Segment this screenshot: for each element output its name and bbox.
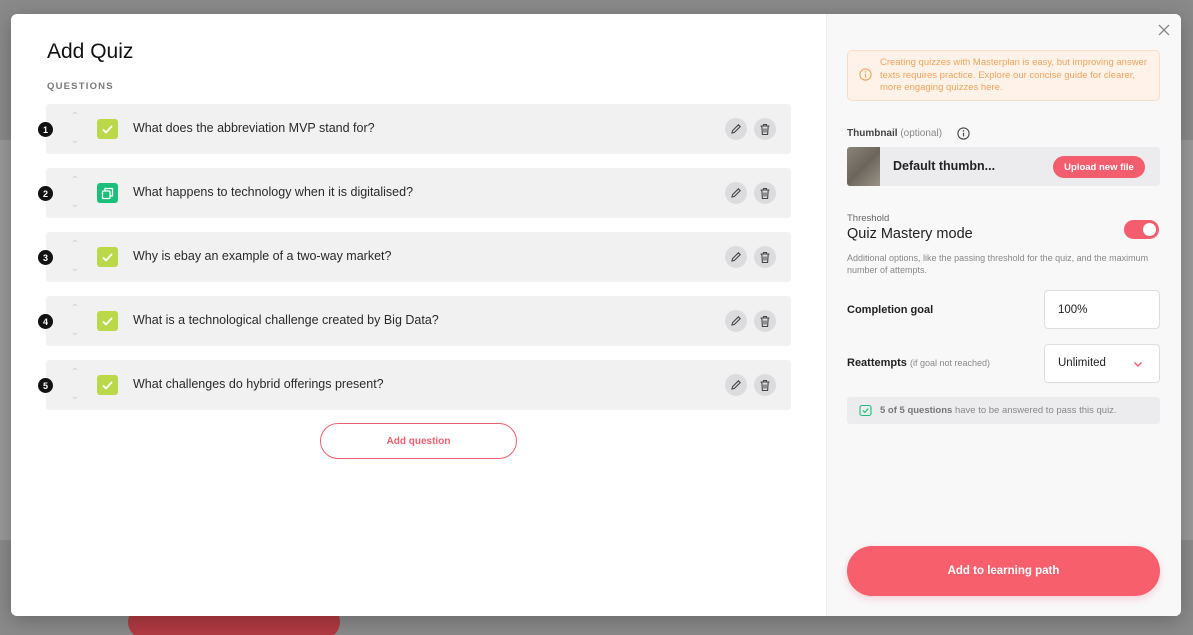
question-text: What does the abbreviation MVP stand for… [133,121,375,135]
info-text: Creating quizzes with Masterplan is easy… [880,57,1147,93]
pass-count: 5 of 5 questions [880,405,953,416]
thumbnail-field: Default thumbn... Upload new file [847,147,1160,186]
settings-pane: Creating quizzes with Masterplan is easy… [826,14,1181,616]
shield-check-icon [859,404,872,417]
check-icon [97,119,118,139]
question-row[interactable]: 1 ⌃ ⌄ What does the abbreviation MVP sta… [38,104,791,154]
pass-requirement-text: 5 of 5 questions have to be answered to … [880,405,1117,416]
reattempts-select[interactable]: Unlimited [1044,344,1160,383]
question-number: 3 [38,250,53,265]
reattempts-label-text: Reattempts [847,357,907,369]
reattempts-label: Reattempts (if goal not reached) [847,357,990,369]
edit-question-button[interactable] [725,246,747,268]
threshold-label: Threshold [847,213,890,224]
pencil-icon [731,124,741,134]
reattempts-value: Unlimited [1058,357,1106,369]
question-row[interactable]: 3 ⌃ ⌄ Why is ebay an example of a two-wa… [38,232,791,282]
help-icon[interactable] [957,127,970,140]
thumbnail-label: Thumbnail (optional) [847,128,942,139]
modal-title: Add Quiz [47,40,134,63]
questions-pane: Add Quiz QUESTIONS 1 ⌃ ⌄ What does the a… [11,14,826,616]
move-up-icon[interactable]: ⌃ [71,238,79,252]
completion-goal-label: Completion goal [847,304,934,316]
reorder-handle[interactable]: ⌃ ⌄ [68,174,82,212]
question-text: What challenges do hybrid offerings pres… [133,377,384,391]
move-up-icon[interactable]: ⌃ [71,366,79,380]
question-row[interactable]: 2 ⌃ ⌄ What happens to technology when it… [38,168,791,218]
upload-file-button[interactable]: Upload new file [1053,156,1145,178]
edit-question-button[interactable] [725,118,747,140]
move-down-icon[interactable]: ⌄ [71,134,79,148]
info-icon [859,68,872,81]
delete-question-button[interactable] [754,310,776,332]
trash-icon [760,251,770,263]
pencil-icon [731,316,741,326]
move-down-icon[interactable]: ⌄ [71,390,79,404]
move-down-icon[interactable]: ⌄ [71,262,79,276]
add-question-button[interactable]: Add question [320,423,517,459]
mastery-mode-description: Additional options, like the passing thr… [847,253,1149,275]
mastery-mode-title: Quiz Mastery mode [847,226,973,242]
delete-question-button[interactable] [754,182,776,204]
copy-icon [97,183,118,203]
close-icon[interactable] [1157,23,1171,37]
pencil-icon [731,188,741,198]
check-icon [97,247,118,267]
thumbnail-optional: (optional) [900,128,943,139]
move-up-icon[interactable]: ⌃ [71,110,79,124]
delete-question-button[interactable] [754,374,776,396]
move-up-icon[interactable]: ⌃ [71,302,79,316]
edit-question-button[interactable] [725,182,747,204]
question-text: Why is ebay an example of a two-way mark… [133,249,392,263]
move-up-icon[interactable]: ⌃ [71,174,79,188]
delete-question-button[interactable] [754,246,776,268]
reattempts-sublabel: (if goal not reached) [909,358,991,368]
toggle-knob [1143,223,1156,236]
trash-icon [760,315,770,327]
completion-goal-input[interactable] [1044,290,1160,329]
questions-section-label: QUESTIONS [47,81,114,92]
question-number: 5 [38,378,53,393]
trash-icon [760,379,770,391]
add-to-learning-path-button[interactable]: Add to learning path [847,546,1160,596]
question-row[interactable]: 4 ⌃ ⌄ What is a technological challenge … [38,296,791,346]
question-number: 1 [38,122,53,137]
add-quiz-modal: Add Quiz QUESTIONS 1 ⌃ ⌄ What does the a… [11,14,1181,616]
check-icon [97,375,118,395]
question-number: 2 [38,186,53,201]
info-banner[interactable]: Creating quizzes with Masterplan is easy… [847,50,1160,101]
reorder-handle[interactable]: ⌃ ⌄ [68,110,82,148]
pass-rest: have to be answered to pass this quiz. [952,405,1117,416]
reorder-handle[interactable]: ⌃ ⌄ [68,238,82,276]
trash-icon [760,187,770,199]
edit-question-button[interactable] [725,374,747,396]
check-icon [97,311,118,331]
edit-question-button[interactable] [725,310,747,332]
thumbnail-image [847,147,880,186]
question-list: 1 ⌃ ⌄ What does the abbreviation MVP sta… [38,104,791,424]
thumbnail-name: Default thumbn... [893,159,996,173]
question-row[interactable]: 5 ⌃ ⌄ What challenges do hybrid offering… [38,360,791,410]
move-down-icon[interactable]: ⌄ [71,326,79,340]
chevron-down-icon [1134,362,1142,367]
reorder-handle[interactable]: ⌃ ⌄ [68,366,82,404]
trash-icon [760,123,770,135]
reorder-handle[interactable]: ⌃ ⌄ [68,302,82,340]
pencil-icon [731,380,741,390]
question-text: What is a technological challenge create… [133,313,439,327]
question-number: 4 [38,314,53,329]
question-text: What happens to technology when it is di… [133,185,414,199]
pencil-icon [731,252,741,262]
mastery-mode-toggle[interactable] [1124,220,1159,239]
move-down-icon[interactable]: ⌄ [71,198,79,212]
delete-question-button[interactable] [754,118,776,140]
pass-requirement: 5 of 5 questions have to be answered to … [847,397,1160,424]
thumbnail-label-text: Thumbnail [847,128,898,139]
